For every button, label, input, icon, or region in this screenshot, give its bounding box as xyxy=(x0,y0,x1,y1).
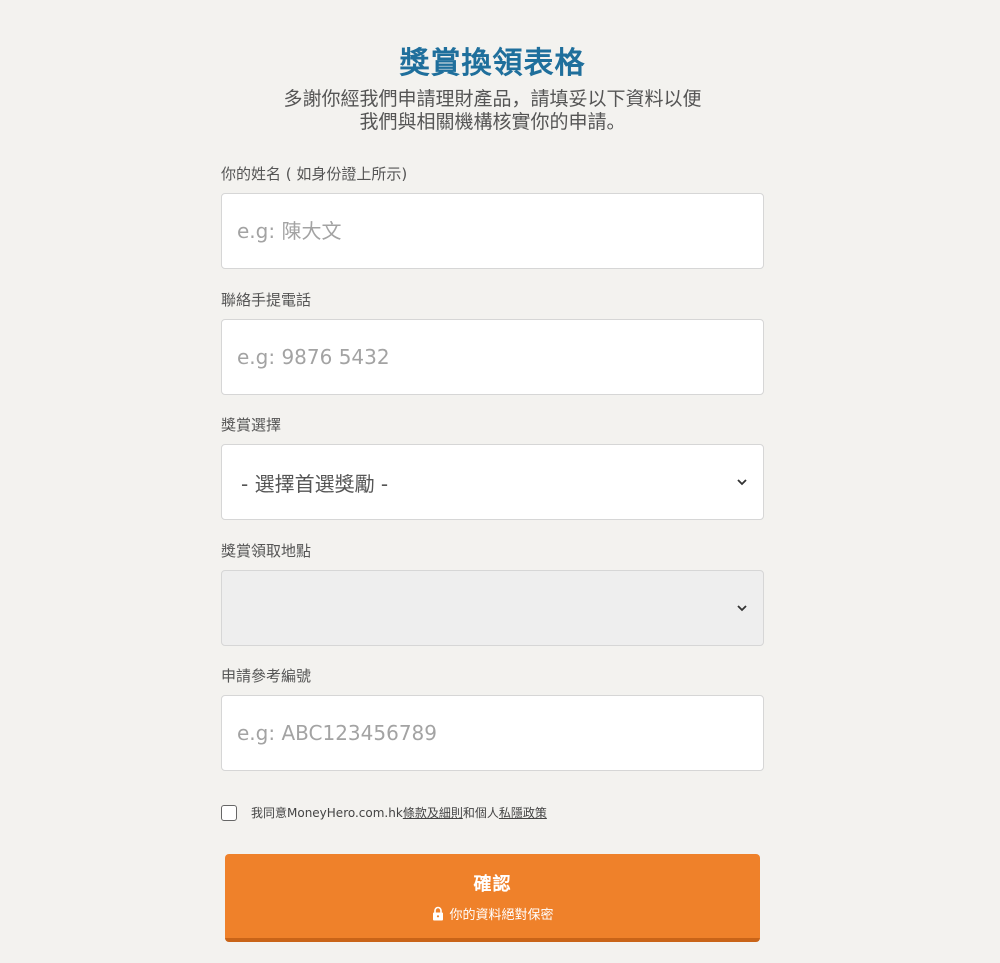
reference-label: 申請參考編號 xyxy=(221,667,312,685)
page-subtitle: 多謝你經我們申請理財產品，請填妥以下資料以便 我們與相關機構核實你的申請。 xyxy=(221,88,764,134)
privacy-link[interactable]: 私隱政策 xyxy=(499,804,547,821)
location-label: 獎賞領取地點 xyxy=(221,542,312,560)
confirm-button-sublabel: 你的資料絕對保密 xyxy=(431,904,554,923)
agreement-checkbox[interactable] xyxy=(221,804,237,821)
reward-select-value: - 選擇首選獎勵 - xyxy=(241,471,389,496)
secure-note: 你的資料絕對保密 xyxy=(449,907,554,923)
phone-input[interactable] xyxy=(237,345,748,369)
phone-field xyxy=(221,319,764,395)
reward-select[interactable]: - 選擇首選獎勵 - xyxy=(221,444,764,520)
page-title: 獎賞換領表格 xyxy=(399,46,586,81)
reference-input[interactable] xyxy=(237,721,748,745)
name-label: 你的姓名 ( 如身份證上所示) xyxy=(221,165,408,183)
subtitle-line-2: 我們與相關機構核實你的申請。 xyxy=(359,111,626,133)
name-field xyxy=(221,193,764,269)
agreement-row: 我同意MoneyHero.com.hk 條款及細則 和個人 私隱政策 xyxy=(221,804,547,821)
lock-icon xyxy=(433,906,444,920)
location-select[interactable] xyxy=(221,570,764,646)
chevron-down-icon xyxy=(737,605,747,612)
reference-field xyxy=(221,695,764,771)
reward-label: 獎賞選擇 xyxy=(221,416,282,434)
subtitle-line-1: 多謝你經我們申請理財產品，請填妥以下資料以便 xyxy=(283,88,702,110)
terms-link[interactable]: 條款及細則 xyxy=(403,804,463,821)
agreement-middle: 和個人 xyxy=(462,806,499,820)
confirm-button-label: 確認 xyxy=(473,873,512,895)
name-input[interactable] xyxy=(237,219,748,243)
chevron-down-icon xyxy=(737,479,747,486)
phone-label: 聯絡手提電話 xyxy=(221,291,312,309)
agreement-prefix: 我同意MoneyHero.com.hk xyxy=(251,806,403,820)
confirm-button[interactable]: 確認 你的資料絕對保密 xyxy=(225,854,760,942)
